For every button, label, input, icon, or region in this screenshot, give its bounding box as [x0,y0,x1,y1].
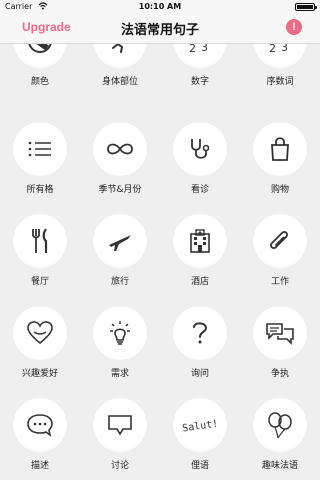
category-item-restaurant[interactable]: 餐厅 [0,214,80,304]
list-icon [13,122,67,176]
category-label: 旅行 [110,277,129,287]
category-label: 讨论 [110,461,129,471]
category-label: 争执 [270,369,289,379]
category-label: 描述 [30,461,49,471]
category-label: 序数词 [266,77,294,87]
question-icon [173,306,227,360]
svg-text:2: 2 [269,44,276,54]
heart-icon [13,306,67,360]
category-item-slang[interactable]: Salut! 俚语 [160,398,240,480]
alert-icon[interactable]: ! [286,19,302,35]
running-person-icon [93,44,147,68]
category-label: 季节&月份 [98,185,142,195]
category-item-shopping[interactable]: 购物 [240,122,320,212]
palette-icon [13,44,67,68]
status-bar: Carrier 10:10 AM [0,0,320,14]
shopping-bag-icon [253,122,307,176]
speech-bubble-icon [13,398,67,452]
salut-text: Salut! [182,419,219,435]
fork-knife-icon [13,214,67,268]
category-item-body-parts[interactable]: 身体部位 [80,44,160,104]
balloons-icon [253,398,307,452]
category-item-hotel[interactable]: 酒店 [160,214,240,304]
category-label: 购物 [270,185,289,195]
category-grid: 颜色 身体部位 1423 数字 1423 序数词 所有格 季节&月份 看 [0,44,320,480]
svg-text:3: 3 [201,44,208,54]
category-item-possessive[interactable]: 所有格 [0,122,80,212]
nav-bar: Upgrade 法语常用句子 ! [0,14,320,44]
hotel-icon [173,214,227,268]
category-label: 颜色 [30,77,49,87]
category-label: 趣味法语 [261,461,298,471]
ordinal-numbers-icon: 1423 [253,44,307,68]
category-item-ordinal-numbers[interactable]: 1423 序数词 [240,44,320,104]
category-label: 需求 [110,369,129,379]
category-item-description[interactable]: 描述 [0,398,80,480]
category-label: 兴趣爱好 [21,369,58,379]
category-item-needs[interactable]: 需求 [80,306,160,396]
message-icon [93,398,147,452]
category-item-colors[interactable]: 颜色 [0,44,80,104]
svg-text:3: 3 [281,44,288,54]
paperclip-icon [253,214,307,268]
stethoscope-icon [173,122,227,176]
category-item-argument[interactable]: 争执 [240,306,320,396]
battery-icon [295,3,317,11]
category-label: 酒店 [190,277,209,287]
category-item-discussion[interactable]: 讨论 [80,398,160,480]
numbers-icon: 1423 [173,44,227,68]
category-label: 看诊 [190,185,209,195]
category-item-seasons-months[interactable]: 季节&月份 [80,122,160,212]
page-title: 法语常用句子 [120,23,199,38]
category-item-doctor-visit[interactable]: 看诊 [160,122,240,212]
svg-text:2: 2 [189,44,196,54]
category-label: 数字 [190,77,209,87]
category-label: 询问 [190,369,209,379]
infinity-icon [93,122,147,176]
category-item-inquiry[interactable]: 询问 [160,306,240,396]
status-time: 10:10 AM [138,2,182,11]
category-item-work[interactable]: 工作 [240,214,320,304]
salut-icon: Salut! [173,398,227,452]
chat-bubbles-icon [253,306,307,360]
airplane-icon [93,214,147,268]
category-item-numbers[interactable]: 1423 数字 [160,44,240,104]
category-label: 餐厅 [30,277,49,287]
category-item-hobbies[interactable]: 兴趣爱好 [0,306,80,396]
category-item-fun-french[interactable]: 趣味法语 [240,398,320,480]
category-label: 俚语 [190,461,209,471]
category-label: 所有格 [26,185,54,195]
category-label: 工作 [270,277,289,287]
lightbulb-icon [93,306,147,360]
category-item-travel[interactable]: 旅行 [80,214,160,304]
category-label: 身体部位 [101,77,138,87]
